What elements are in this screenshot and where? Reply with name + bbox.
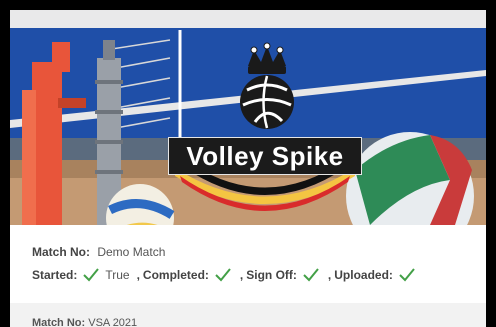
separator: , [327, 268, 332, 282]
banner-image: Volley Spike [10, 10, 486, 225]
separator: , [136, 268, 140, 282]
match-number-value: Demo Match [97, 245, 166, 259]
match-card[interactable]: Match No: Demo Match Started: True , Com… [10, 225, 486, 303]
check-icon [399, 268, 415, 282]
separator: , [239, 268, 244, 282]
next-match-number-value: VSA 2021 [88, 317, 138, 327]
check-icon [215, 268, 231, 282]
match-number-label: Match No: [32, 245, 90, 259]
completed-label: Completed: [142, 268, 209, 282]
app-title: Volley Spike [168, 137, 362, 175]
next-match-number-label: Match No: [32, 317, 86, 327]
check-icon [303, 268, 319, 282]
started-value: True [105, 268, 130, 282]
match-number-row: Match No: Demo Match [32, 245, 165, 259]
app-screen: Volley Spike Match No: Demo Match Starte… [10, 10, 486, 327]
check-icon [83, 268, 100, 282]
volleyball-icon [240, 75, 294, 129]
signoff-label: Sign Off: [246, 268, 297, 282]
started-label: Started: [32, 268, 78, 282]
crown-icon [248, 42, 286, 74]
next-match-row[interactable]: Match No: VSA 2021 [32, 317, 137, 327]
uploaded-label: Uploaded: [334, 268, 393, 282]
status-row: Started: True , Completed: , Sign Off: ,… [32, 268, 421, 282]
